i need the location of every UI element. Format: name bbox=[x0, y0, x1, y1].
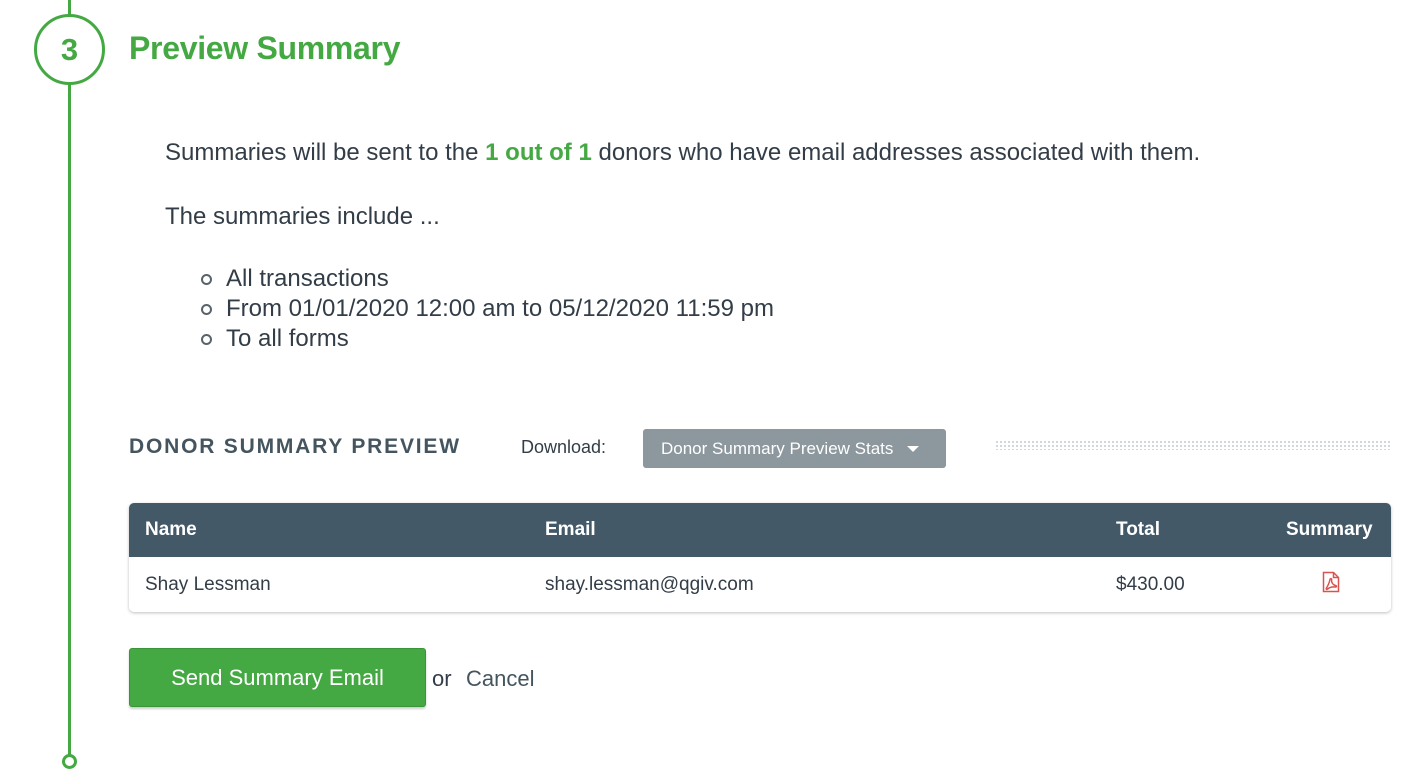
criteria-item: All transactions bbox=[200, 264, 774, 294]
recipient-summary-text: Summaries will be sent to the 1 out of 1… bbox=[165, 139, 1200, 167]
donor-total-cell: $430.00 bbox=[1116, 573, 1185, 595]
intro-prefix: Summaries will be sent to the bbox=[165, 139, 486, 166]
circle-bullet-icon bbox=[201, 273, 212, 285]
donor-count-highlight: 1 out of 1 bbox=[485, 139, 592, 166]
column-header-total[interactable]: Total bbox=[1116, 519, 1160, 541]
or-separator: or bbox=[432, 666, 452, 691]
download-label: Download: bbox=[521, 437, 607, 457]
column-header-name[interactable]: Name bbox=[145, 519, 197, 541]
timeline-end-marker bbox=[62, 754, 77, 769]
criteria-list: All transactions From 01/01/2020 12:00 a… bbox=[200, 264, 774, 354]
criteria-item: From 01/01/2020 12:00 am to 05/12/2020 1… bbox=[200, 294, 774, 324]
cancel-link[interactable]: Cancel bbox=[466, 666, 534, 692]
table-row: Shay Lessman shay.lessman@qgiv.com $430.… bbox=[129, 557, 1391, 612]
criteria-text: All transactions bbox=[226, 265, 389, 292]
donor-summary-table: Name Email Total Summary Shay Lessman sh… bbox=[129, 503, 1391, 612]
step-title: Preview Summary bbox=[129, 30, 401, 66]
donor-email-cell: shay.lessman@qgiv.com bbox=[545, 573, 754, 595]
pdf-icon[interactable] bbox=[1322, 571, 1340, 599]
circle-bullet-icon bbox=[201, 333, 212, 345]
send-summary-email-button[interactable]: Send Summary Email bbox=[129, 648, 426, 707]
table-header-row: Name Email Total Summary bbox=[129, 503, 1391, 557]
includes-label: The summaries include ... bbox=[165, 203, 440, 230]
donor-name-cell: Shay Lessman bbox=[145, 573, 271, 595]
criteria-text: From 01/01/2020 12:00 am to 05/12/2020 1… bbox=[226, 295, 774, 322]
timeline-line bbox=[68, 0, 71, 755]
intro-suffix: donors who have email addresses associat… bbox=[591, 139, 1201, 166]
step-number-badge: 3 bbox=[34, 14, 105, 85]
criteria-item: To all forms bbox=[200, 324, 774, 354]
column-header-email[interactable]: Email bbox=[545, 519, 596, 541]
download-dropdown-button[interactable]: Donor Summary Preview Stats bbox=[643, 429, 946, 468]
caret-down-icon bbox=[907, 445, 920, 452]
download-dropdown-label: Donor Summary Preview Stats bbox=[661, 438, 894, 458]
column-header-summary[interactable]: Summary bbox=[1286, 519, 1373, 541]
donor-summary-preview-heading: DONOR SUMMARY PREVIEW bbox=[129, 435, 461, 458]
criteria-text: To all forms bbox=[226, 325, 349, 352]
dotted-divider bbox=[995, 440, 1391, 450]
circle-bullet-icon bbox=[201, 303, 212, 315]
